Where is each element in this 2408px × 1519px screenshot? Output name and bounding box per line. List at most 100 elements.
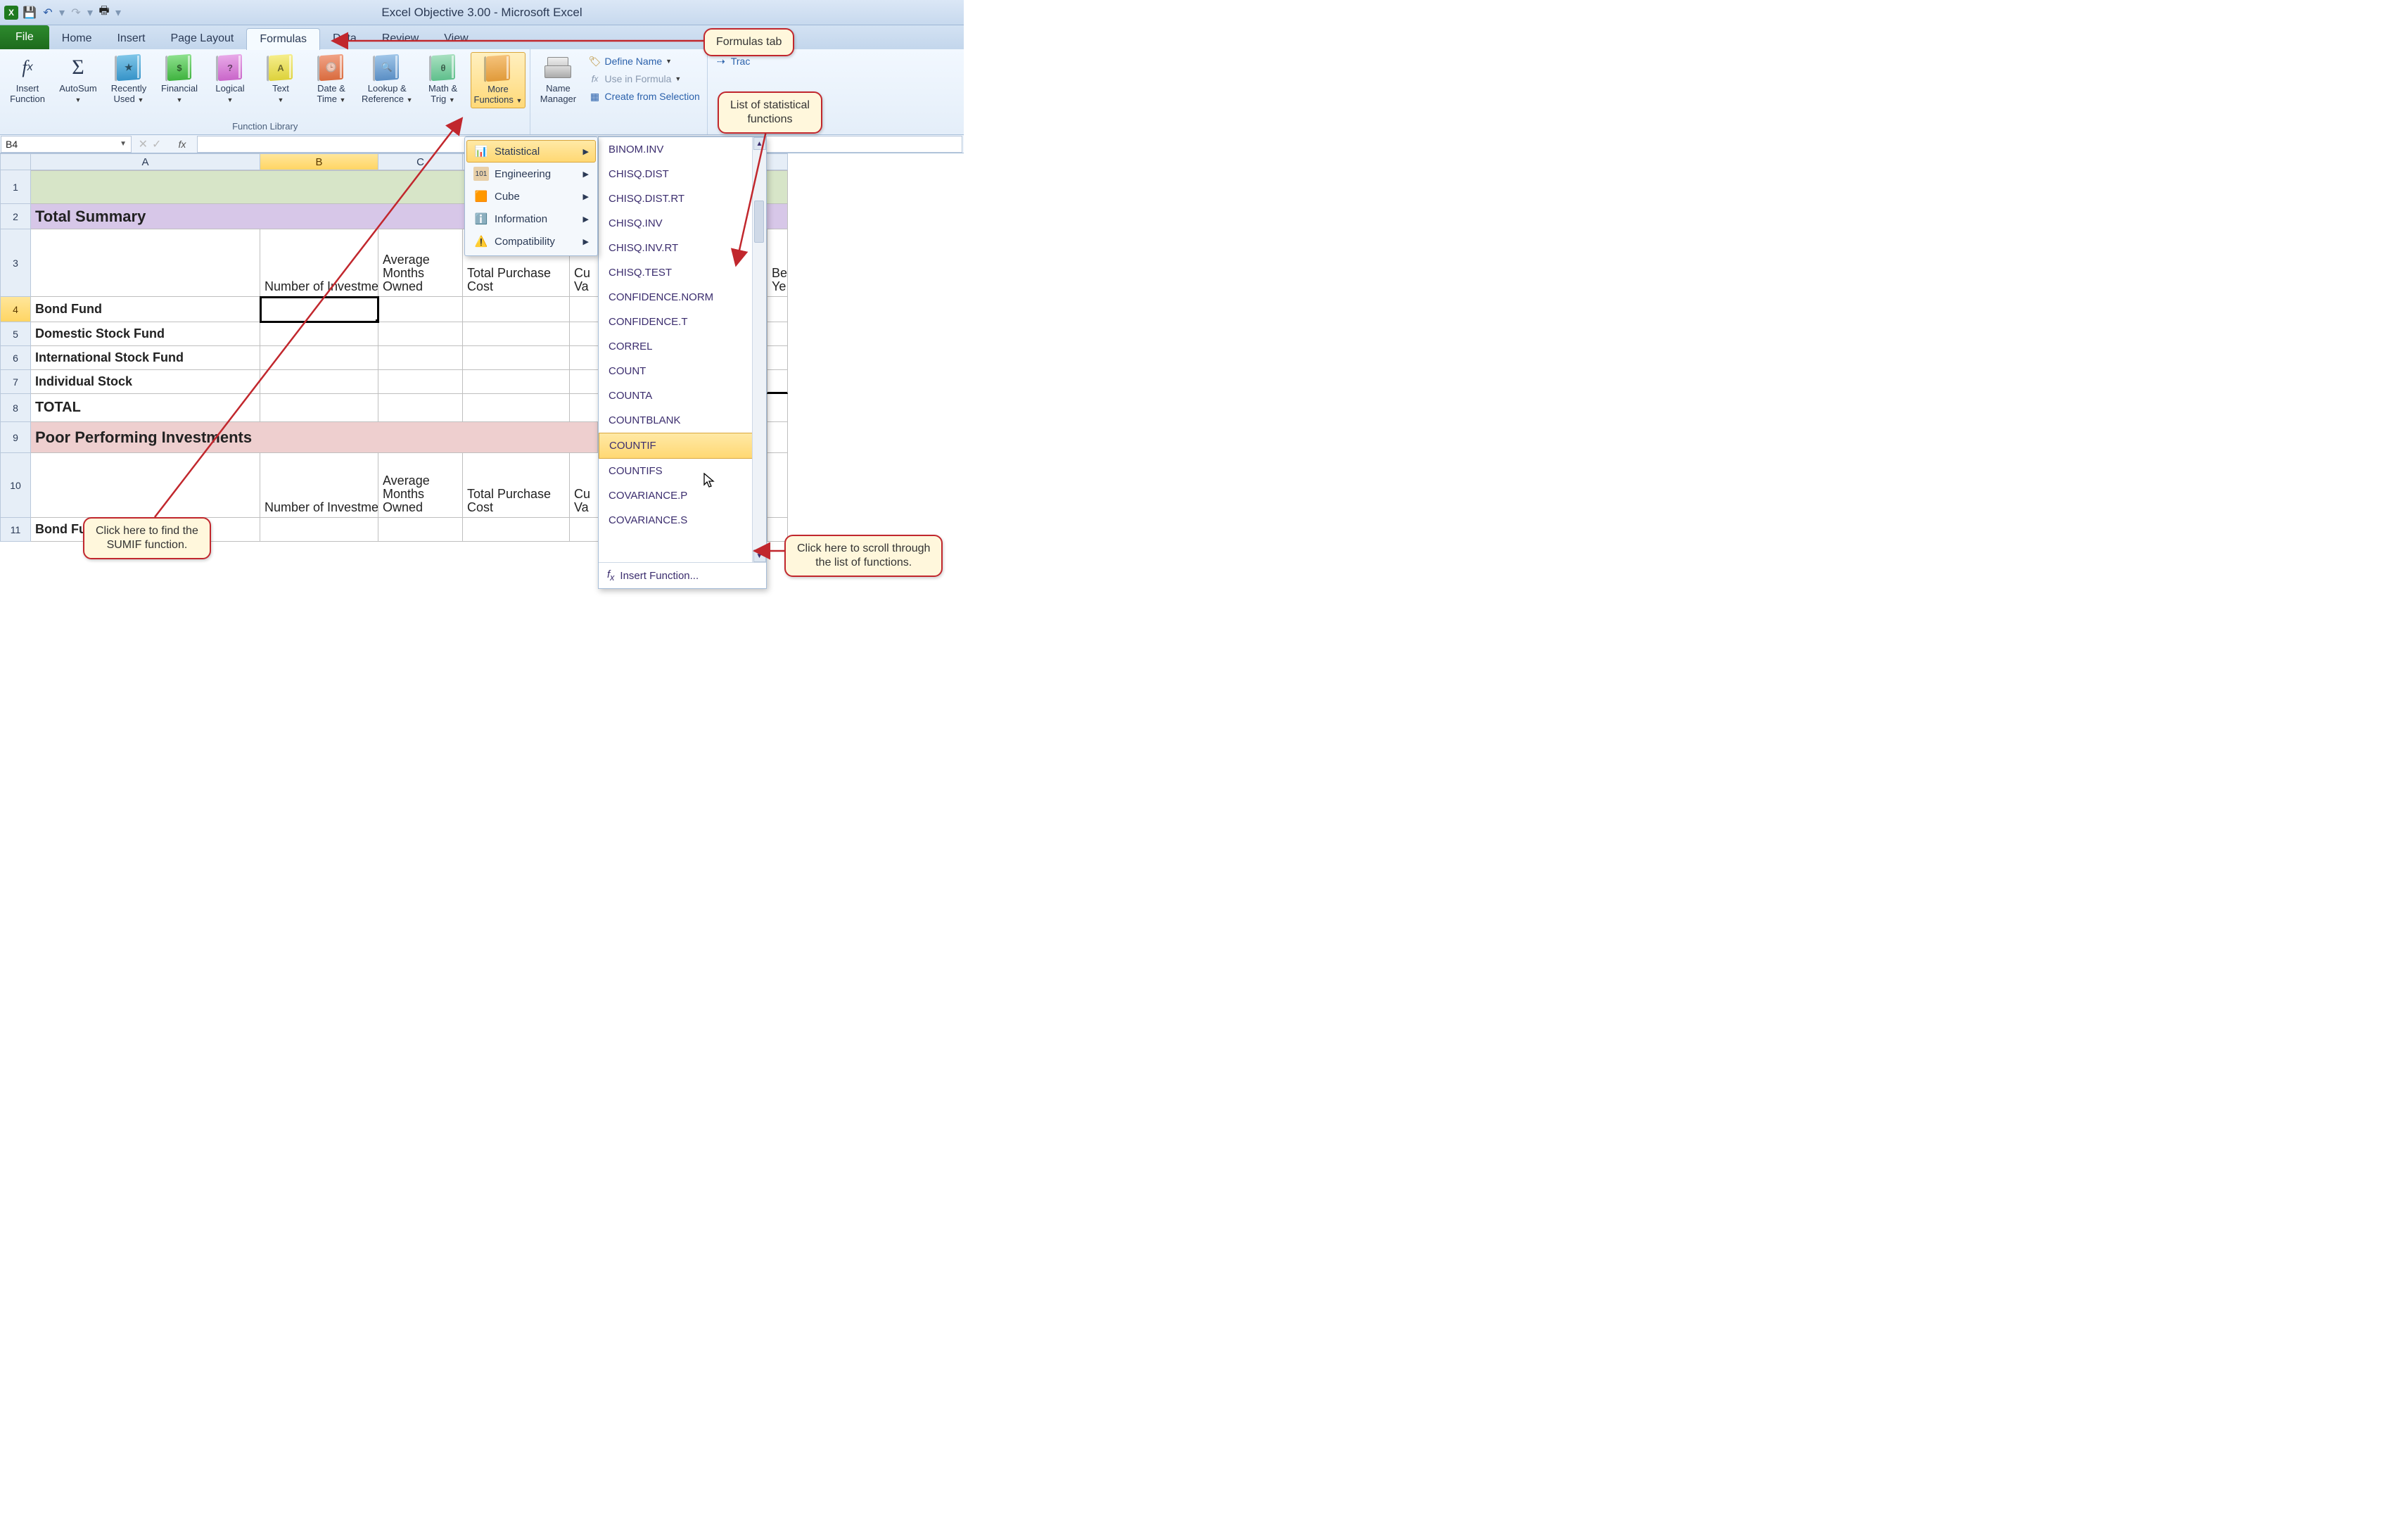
cell-f8[interactable] <box>767 394 788 422</box>
cell-d11[interactable] <box>463 518 570 542</box>
cell-c10[interactable]: Average Months Owned <box>378 453 463 518</box>
cell-f3[interactable]: BeYe <box>767 229 788 297</box>
name-box-dropdown-icon[interactable]: ▼ <box>120 140 127 148</box>
more-functions-button[interactable]: More Functions ▼ <box>471 52 526 108</box>
cell-c3[interactable]: Average Months Owned <box>378 229 463 297</box>
fn-chisq-inv-rt[interactable]: CHISQ.INV.RT <box>599 236 766 260</box>
cell-d4[interactable] <box>463 297 570 322</box>
cell-e10[interactable]: CuVa <box>570 453 598 518</box>
cell-e5[interactable] <box>570 322 598 346</box>
cell-f5[interactable] <box>767 322 788 346</box>
submenu-information[interactable]: ℹ️ Information ▶ <box>466 208 596 230</box>
date-time-button[interactable]: 🕒 Date & Time ▼ <box>308 52 355 107</box>
submenu-statistical[interactable]: 📊 Statistical ▶ <box>466 140 596 163</box>
cell-d10[interactable]: Total Purchase Cost <box>463 453 570 518</box>
tab-data[interactable]: Data <box>320 28 369 49</box>
scroll-thumb[interactable] <box>754 201 764 243</box>
fn-countif[interactable]: COUNTIF <box>599 433 766 459</box>
lookup-reference-button[interactable]: 🔍 Lookup & Reference ▼ <box>359 52 416 107</box>
select-all-corner[interactable] <box>0 153 31 170</box>
insert-function-button[interactable]: fx Insert Function <box>4 52 51 106</box>
cell-e6[interactable] <box>570 346 598 370</box>
undo-icon[interactable]: ↶ <box>41 6 55 20</box>
cell-c5[interactable] <box>378 322 463 346</box>
redo-icon[interactable]: ↷ <box>69 6 83 20</box>
fn-confidence-norm[interactable]: CONFIDENCE.NORM <box>599 285 766 310</box>
fn-binom-inv[interactable]: BINOM.INV <box>599 137 766 162</box>
qat-dropdown-icon[interactable]: ▾ <box>115 6 121 20</box>
fn-countifs[interactable]: COUNTIFS <box>599 459 766 483</box>
col-header-A[interactable]: A <box>31 153 260 170</box>
function-list-scrollbar[interactable]: ▲ ▼ <box>752 137 766 562</box>
row-header-3[interactable]: 3 <box>0 229 31 297</box>
cell-b11[interactable] <box>260 518 378 542</box>
cell-a3[interactable] <box>31 229 260 297</box>
function-list-scroll[interactable]: BINOM.INV CHISQ.DIST CHISQ.DIST.RT CHISQ… <box>599 137 766 562</box>
name-box[interactable]: B4 ▼ <box>1 136 132 153</box>
tab-file[interactable]: File <box>0 25 49 49</box>
cell-b3[interactable]: Number of Investments <box>260 229 378 297</box>
scroll-up-button[interactable]: ▲ <box>753 137 766 150</box>
cell-d8[interactable] <box>463 394 570 422</box>
cell-c8[interactable] <box>378 394 463 422</box>
submenu-engineering[interactable]: 101 Engineering ▶ <box>466 163 596 185</box>
create-from-selection-button[interactable]: ▦Create from Selection <box>585 89 702 104</box>
tab-formulas[interactable]: Formulas <box>246 28 320 50</box>
fn-correl[interactable]: CORREL <box>599 334 766 359</box>
fn-chisq-dist-rt[interactable]: CHISQ.DIST.RT <box>599 186 766 211</box>
math-trig-button[interactable]: θ Math & Trig ▼ <box>420 52 466 107</box>
cell-a4[interactable]: Bond Fund <box>31 297 260 322</box>
cell-d6[interactable] <box>463 346 570 370</box>
cell-b8[interactable] <box>260 394 378 422</box>
recently-used-button[interactable]: ★ Recently Used ▼ <box>106 52 152 107</box>
cell-f4[interactable] <box>767 297 788 322</box>
tab-insert[interactable]: Insert <box>104 28 158 49</box>
tab-view[interactable]: View <box>431 28 480 49</box>
cell-a10[interactable] <box>31 453 260 518</box>
cell-c4[interactable] <box>378 297 463 322</box>
financial-button[interactable]: $ Financial▼ <box>156 52 203 107</box>
row-header-11[interactable]: 11 <box>0 518 31 542</box>
cell-b6[interactable] <box>260 346 378 370</box>
save-icon[interactable]: 💾 <box>23 6 37 20</box>
cell-f7[interactable] <box>767 370 788 394</box>
fn-confidence-t[interactable]: CONFIDENCE.T <box>599 310 766 334</box>
col-header-C[interactable]: C <box>378 153 463 170</box>
row-header-8[interactable]: 8 <box>0 394 31 422</box>
cell-b4-active[interactable] <box>260 297 378 322</box>
cell-e11[interactable] <box>570 518 598 542</box>
cell-e7[interactable] <box>570 370 598 394</box>
row-header-5[interactable]: 5 <box>0 322 31 346</box>
fn-counta[interactable]: COUNTA <box>599 383 766 408</box>
section-poor-performing[interactable]: Poor Performing Investments <box>31 422 598 453</box>
cell-f10[interactable] <box>767 453 788 518</box>
row-header-1[interactable]: 1 <box>0 170 31 204</box>
row-header-10[interactable]: 10 <box>0 453 31 518</box>
use-in-formula-button[interactable]: fxUse in Formula ▼ <box>585 71 702 87</box>
cell-b10[interactable]: Number of Investments <box>260 453 378 518</box>
fn-covariance-p[interactable]: COVARIANCE.P <box>599 483 766 508</box>
fx-icon[interactable]: fx <box>167 139 197 150</box>
define-name-button[interactable]: 🏷Define Name ▼ <box>585 53 702 69</box>
cell-b5[interactable] <box>260 322 378 346</box>
cell-c11[interactable] <box>378 518 463 542</box>
tab-page-layout[interactable]: Page Layout <box>158 28 246 49</box>
name-manager-button[interactable]: Name Manager <box>535 52 581 106</box>
cell-c6[interactable] <box>378 346 463 370</box>
cell-f9[interactable] <box>767 422 788 453</box>
fn-count[interactable]: COUNT <box>599 359 766 383</box>
col-header-B[interactable]: B <box>260 153 378 170</box>
fn-chisq-test[interactable]: CHISQ.TEST <box>599 260 766 285</box>
cell-a6[interactable]: International Stock Fund <box>31 346 260 370</box>
cell-a5[interactable]: Domestic Stock Fund <box>31 322 260 346</box>
fn-chisq-dist[interactable]: CHISQ.DIST <box>599 162 766 186</box>
insert-function-menuitem[interactable]: fx Insert Function... <box>599 562 766 588</box>
cell-e4[interactable] <box>570 297 598 322</box>
cell-c7[interactable] <box>378 370 463 394</box>
tab-home[interactable]: Home <box>49 28 105 49</box>
fn-chisq-inv[interactable]: CHISQ.INV <box>599 211 766 236</box>
cell-d5[interactable] <box>463 322 570 346</box>
row-header-4[interactable]: 4 <box>0 297 31 322</box>
cell-a7[interactable]: Individual Stock <box>31 370 260 394</box>
cell-b7[interactable] <box>260 370 378 394</box>
